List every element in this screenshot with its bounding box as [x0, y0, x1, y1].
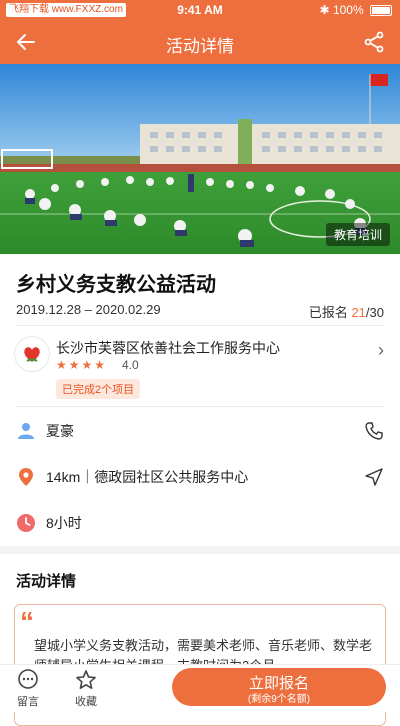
activity-title: 乡村义务支教公益活动 [16, 274, 216, 296]
star-icon [76, 670, 96, 689]
org-rating-score: 4.0 [122, 358, 139, 372]
signup-count: 已报名 21/30 [309, 302, 384, 321]
duration-text: 8小时 [46, 515, 82, 531]
quote-icon: “ [20, 606, 34, 637]
remaining-slots-label: (剩余9个名额) [247, 694, 311, 705]
divider [16, 406, 384, 407]
signup-button[interactable]: 立即报名 (剩余9个名额) [172, 668, 386, 706]
hero-image: 教育培训 [0, 64, 400, 254]
location-text: 14km｜德政园社区公共服务中心 [46, 469, 249, 485]
chat-bubble-icon [18, 669, 38, 689]
comment-button[interactable]: 留言 [8, 669, 48, 709]
page-title: 活动详情 [166, 37, 234, 56]
section-gap [0, 546, 400, 554]
comment-label: 留言 [17, 696, 39, 708]
contact-name: 夏豪 [46, 423, 74, 439]
battery-percent: 100% [332, 3, 364, 17]
activity-dates: 2019.12.28 – 2020.02.29 [16, 302, 161, 317]
navigate-icon[interactable] [364, 467, 384, 487]
status-right: ✱ 100% [320, 3, 392, 17]
battery-icon [370, 5, 392, 17]
chevron-right-icon: › [378, 340, 384, 360]
org-completed-badge: 已完成2个项目 [56, 379, 141, 399]
org-name: 长沙市芙蓉区依善社会工作服务中心 [56, 340, 280, 356]
divider [16, 325, 384, 326]
nav-bar: 活动详情 [0, 20, 400, 64]
user-icon [18, 423, 34, 439]
signup-label: 已报名 [308, 305, 348, 320]
category-tag: 教育培训 [325, 223, 390, 246]
phone-icon[interactable] [364, 421, 384, 441]
location-row[interactable]: 14km｜德政园社区公共服务中心 [16, 462, 384, 492]
signup-total: /30 [365, 305, 384, 320]
favorite-button[interactable]: 收藏 [66, 669, 106, 709]
bluetooth-icon: ✱ [319, 3, 330, 17]
favorite-label: 收藏 [75, 696, 97, 708]
clock-icon [17, 514, 35, 532]
duration-row: 8小时 [16, 508, 384, 538]
contact-row[interactable]: 夏豪 [16, 416, 384, 446]
details-section-title: 活动详情 [16, 573, 77, 590]
status-bar: 飞翔下载 www.FXXZ.com 9:41 AM ✱ 100% [0, 0, 400, 20]
share-icon[interactable] [362, 30, 386, 54]
signup-current: 21 [351, 305, 366, 320]
org-rating-stars: ★★★★ [56, 358, 108, 372]
org-logo-icon [14, 336, 50, 372]
location-pin-icon [19, 468, 33, 486]
